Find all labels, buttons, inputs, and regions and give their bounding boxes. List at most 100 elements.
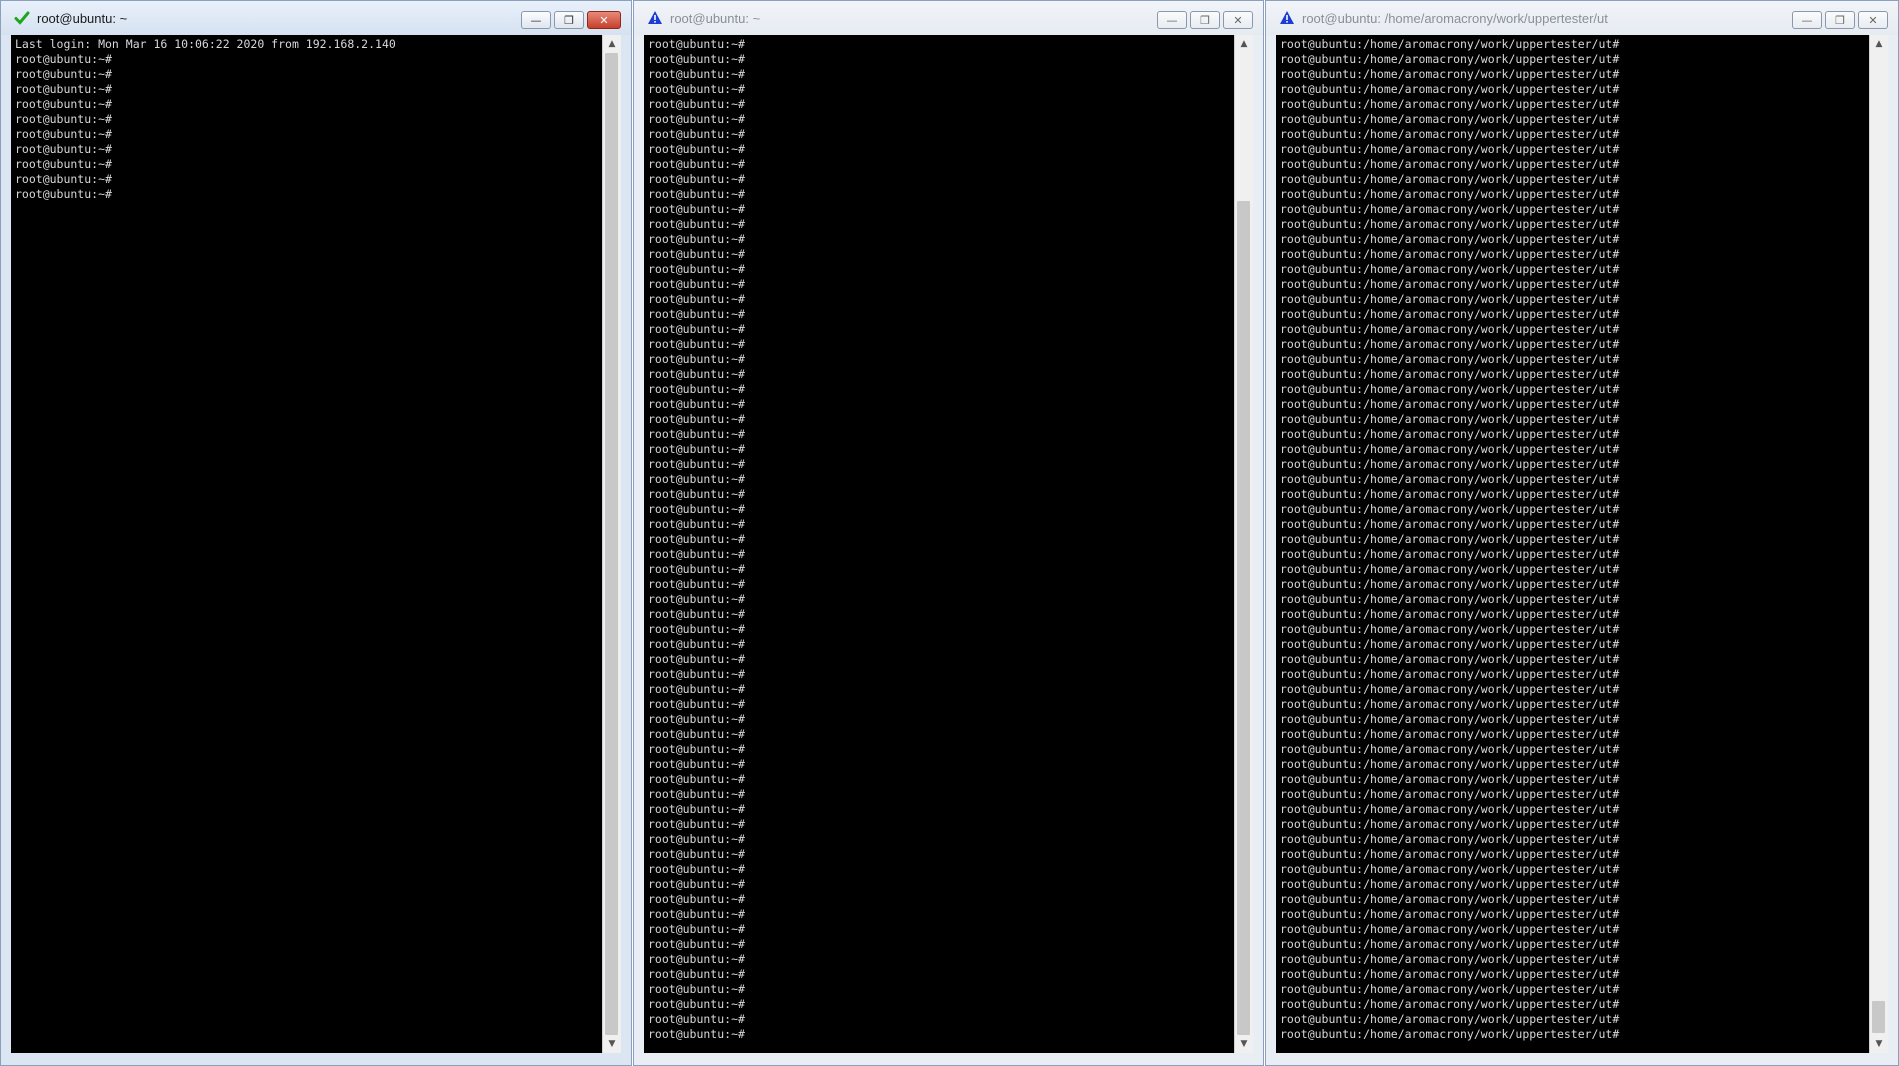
terminal-line: root@ubuntu:~# bbox=[648, 1012, 745, 1026]
terminal-line: root@ubuntu:/home/aromacrony/work/uppert… bbox=[1280, 412, 1620, 426]
terminal-line: root@ubuntu:/home/aromacrony/work/uppert… bbox=[1280, 517, 1620, 531]
scroll-thumb[interactable] bbox=[605, 53, 618, 1035]
terminal-line: root@ubuntu:/home/aromacrony/work/uppert… bbox=[1280, 982, 1620, 996]
terminal-line: root@ubuntu:/home/aromacrony/work/uppert… bbox=[1280, 742, 1620, 756]
terminal-line: root@ubuntu:~# bbox=[648, 982, 745, 996]
terminal-line: root@ubuntu:~# bbox=[648, 427, 745, 441]
terminal-line: root@ubuntu:~# bbox=[648, 52, 745, 66]
terminal-line: root@ubuntu:~# bbox=[648, 202, 745, 216]
terminal-line: root@ubuntu:~# bbox=[648, 937, 745, 951]
terminal-line: root@ubuntu:~# bbox=[15, 142, 112, 156]
close-button[interactable]: ✕ bbox=[1223, 11, 1253, 29]
terminal-line: root@ubuntu:/home/aromacrony/work/uppert… bbox=[1280, 832, 1620, 846]
scroll-down-arrow-icon[interactable]: ▼ bbox=[603, 1035, 621, 1053]
scroll-up-arrow-icon[interactable]: ▲ bbox=[1235, 35, 1253, 53]
terminal-line: root@ubuntu:~# bbox=[15, 112, 112, 126]
scroll-up-arrow-icon[interactable]: ▲ bbox=[1870, 35, 1888, 53]
terminal-line: root@ubuntu:~# bbox=[648, 187, 745, 201]
terminal-line: root@ubuntu:/home/aromacrony/work/uppert… bbox=[1280, 52, 1620, 66]
terminal-line: root@ubuntu:/home/aromacrony/work/uppert… bbox=[1280, 1027, 1620, 1041]
terminal-line: root@ubuntu:~# bbox=[648, 862, 745, 876]
terminal-line: root@ubuntu:~# bbox=[15, 172, 112, 186]
terminal-line: root@ubuntu:/home/aromacrony/work/uppert… bbox=[1280, 262, 1620, 276]
window-1-titlebar[interactable]: root@ubuntu: ~ — ❐ ✕ bbox=[1, 1, 631, 35]
vertical-scrollbar[interactable]: ▲ ▼ bbox=[1234, 35, 1253, 1053]
warning-icon bbox=[1278, 9, 1296, 27]
window-1-title: root@ubuntu: ~ bbox=[37, 10, 128, 26]
terminal-line: root@ubuntu:/home/aromacrony/work/uppert… bbox=[1280, 577, 1620, 591]
scroll-thumb[interactable] bbox=[1872, 1001, 1885, 1033]
terminal-line: root@ubuntu:/home/aromacrony/work/uppert… bbox=[1280, 622, 1620, 636]
minimize-button[interactable]: — bbox=[1157, 11, 1187, 29]
terminal-line: root@ubuntu:~# bbox=[15, 157, 112, 171]
terminal-line: root@ubuntu:~# bbox=[648, 577, 745, 591]
terminal-output-1[interactable]: Last login: Mon Mar 16 10:06:22 2020 fro… bbox=[11, 35, 621, 1053]
minimize-button[interactable]: — bbox=[1792, 11, 1822, 29]
terminal-line: root@ubuntu:~# bbox=[648, 217, 745, 231]
terminal-line: root@ubuntu:~# bbox=[648, 367, 745, 381]
vertical-scrollbar[interactable]: ▲ ▼ bbox=[1869, 35, 1888, 1053]
terminal-line: root@ubuntu:~# bbox=[648, 712, 745, 726]
terminal-line: root@ubuntu:/home/aromacrony/work/uppert… bbox=[1280, 337, 1620, 351]
terminal-line: root@ubuntu:~# bbox=[648, 232, 745, 246]
terminal-line: root@ubuntu:~# bbox=[15, 52, 112, 66]
terminal-line: root@ubuntu:~# bbox=[648, 757, 745, 771]
terminal-window-2[interactable]: root@ubuntu: ~ — ❐ ✕ root@ubuntu:~# root@… bbox=[633, 0, 1264, 1066]
terminal-line: root@ubuntu:/home/aromacrony/work/uppert… bbox=[1280, 562, 1620, 576]
terminal-line: root@ubuntu:~# bbox=[648, 652, 745, 666]
terminal-line: root@ubuntu:/home/aromacrony/work/uppert… bbox=[1280, 907, 1620, 921]
terminal-line: root@ubuntu:~# bbox=[648, 277, 745, 291]
terminal-line: root@ubuntu:/home/aromacrony/work/uppert… bbox=[1280, 82, 1620, 96]
scroll-down-arrow-icon[interactable]: ▼ bbox=[1870, 1035, 1888, 1053]
scroll-thumb[interactable] bbox=[1237, 201, 1250, 1035]
close-button[interactable]: ✕ bbox=[587, 11, 621, 29]
window-2-titlebar[interactable]: root@ubuntu: ~ — ❐ ✕ bbox=[634, 1, 1263, 35]
terminal-line: root@ubuntu:~# bbox=[648, 397, 745, 411]
scroll-down-arrow-icon[interactable]: ▼ bbox=[1235, 1035, 1253, 1053]
restore-button[interactable]: ❐ bbox=[1190, 11, 1220, 29]
terminal-line: root@ubuntu:~# bbox=[648, 457, 745, 471]
terminal-line: root@ubuntu:/home/aromacrony/work/uppert… bbox=[1280, 202, 1620, 216]
terminal-line: root@ubuntu:/home/aromacrony/work/uppert… bbox=[1280, 952, 1620, 966]
window-3-titlebar[interactable]: root@ubuntu: /home/aromacrony/work/upper… bbox=[1266, 1, 1898, 35]
terminal-window-1[interactable]: root@ubuntu: ~ — ❐ ✕ Last login: Mon Mar… bbox=[0, 0, 632, 1066]
terminal-line: root@ubuntu:/home/aromacrony/work/uppert… bbox=[1280, 217, 1620, 231]
terminal-line: root@ubuntu:/home/aromacrony/work/uppert… bbox=[1280, 187, 1620, 201]
terminal-line: root@ubuntu:~# bbox=[648, 37, 745, 51]
terminal-output-2[interactable]: root@ubuntu:~# root@ubuntu:~# root@ubuntu:… bbox=[644, 35, 1253, 1053]
terminal-line: root@ubuntu:/home/aromacrony/work/uppert… bbox=[1280, 727, 1620, 741]
terminal-line: root@ubuntu:/home/aromacrony/work/uppert… bbox=[1280, 532, 1620, 546]
terminal-line: root@ubuntu:/home/aromacrony/work/uppert… bbox=[1280, 712, 1620, 726]
terminal-line: root@ubuntu:/home/aromacrony/work/uppert… bbox=[1280, 607, 1620, 621]
scroll-up-arrow-icon[interactable]: ▲ bbox=[603, 35, 621, 53]
terminal-line: root@ubuntu:~# bbox=[648, 142, 745, 156]
vertical-scrollbar[interactable]: ▲ ▼ bbox=[602, 35, 621, 1053]
window-2-title: root@ubuntu: ~ bbox=[670, 10, 761, 26]
terminal-output-3[interactable]: root@ubuntu:/home/aromacrony/work/uppert… bbox=[1276, 35, 1888, 1053]
terminal-line: root@ubuntu:/home/aromacrony/work/uppert… bbox=[1280, 772, 1620, 786]
terminal-line: root@ubuntu:~# bbox=[648, 607, 745, 621]
terminal-line: root@ubuntu:~# bbox=[648, 472, 745, 486]
terminal-window-3[interactable]: root@ubuntu: /home/aromacrony/work/upper… bbox=[1265, 0, 1899, 1066]
terminal-line: root@ubuntu:~# bbox=[15, 82, 112, 96]
terminal-line: root@ubuntu:~# bbox=[648, 292, 745, 306]
terminal-line: root@ubuntu:/home/aromacrony/work/uppert… bbox=[1280, 652, 1620, 666]
terminal-line: root@ubuntu:~# bbox=[648, 412, 745, 426]
terminal-line: root@ubuntu:/home/aromacrony/work/uppert… bbox=[1280, 442, 1620, 456]
restore-button[interactable]: ❐ bbox=[1825, 11, 1855, 29]
terminal-line: root@ubuntu:/home/aromacrony/work/uppert… bbox=[1280, 997, 1620, 1011]
terminal-line: root@ubuntu:~# bbox=[648, 442, 745, 456]
terminal-line: root@ubuntu:~# bbox=[648, 787, 745, 801]
terminal-line: root@ubuntu:~# bbox=[648, 307, 745, 321]
terminal-line: root@ubuntu:~# bbox=[648, 67, 745, 81]
terminal-line: root@ubuntu:~# bbox=[648, 112, 745, 126]
terminal-line: root@ubuntu:/home/aromacrony/work/uppert… bbox=[1280, 637, 1620, 651]
minimize-button[interactable]: — bbox=[521, 11, 551, 29]
terminal-line: root@ubuntu:~# bbox=[648, 922, 745, 936]
terminal-line: root@ubuntu:~# bbox=[648, 487, 745, 501]
close-button[interactable]: ✕ bbox=[1858, 11, 1888, 29]
restore-button[interactable]: ❐ bbox=[554, 11, 584, 29]
terminal-line: root@ubuntu:~# bbox=[648, 562, 745, 576]
terminal-line: root@ubuntu:/home/aromacrony/work/uppert… bbox=[1280, 757, 1620, 771]
terminal-line: root@ubuntu:/home/aromacrony/work/uppert… bbox=[1280, 307, 1620, 321]
